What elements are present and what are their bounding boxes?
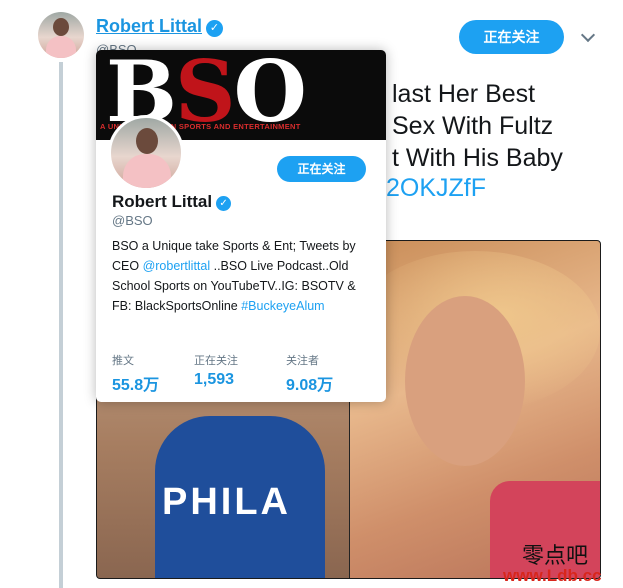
tweet-link[interactable]: 2OKJZfF [386, 174, 486, 203]
stat-following[interactable]: 正在关注 1,593 [194, 352, 238, 389]
card-name-text[interactable]: Robert Littal [112, 192, 212, 211]
face-shape [405, 296, 525, 466]
avatar-head [53, 18, 69, 36]
author-name[interactable]: Robert Littal ✓ [96, 16, 223, 37]
stat-tweets-value: 55.8万 [112, 377, 160, 394]
author-avatar[interactable] [38, 12, 84, 58]
jersey-text: PHILA [162, 481, 291, 523]
thread-line [59, 62, 63, 588]
card-avatar[interactable] [108, 115, 184, 191]
bio-hashtag-link[interactable]: #BuckeyeAlum [241, 299, 324, 313]
verified-icon: ✓ [206, 20, 223, 37]
profile-hover-card: BSO A UNIQUE TAKE ON SPORTS AND ENTERTAI… [96, 50, 386, 402]
stat-followers[interactable]: 关注者 9.08万 [286, 352, 333, 395]
stat-following-value: 1,593 [194, 371, 235, 388]
watermark-url: www.Ldb.cc [503, 566, 602, 585]
stat-followers-label: 关注者 [286, 355, 319, 367]
stat-tweets[interactable]: 推文 55.8万 [112, 352, 159, 395]
bio-mention-link[interactable]: @robertlittal [143, 259, 211, 273]
card-bio: BSO a Unique take Sports & Ent; Tweets b… [112, 236, 372, 316]
stat-following-label: 正在关注 [194, 355, 238, 367]
stat-followers-value: 9.08万 [286, 377, 334, 394]
media-image-right[interactable] [350, 241, 600, 578]
card-handle: @BSO [112, 213, 153, 228]
avatar-shirt [46, 36, 76, 58]
chevron-down-icon[interactable] [580, 27, 596, 43]
stat-tweets-label: 推文 [112, 355, 134, 367]
card-following-button[interactable]: 正在关注 [277, 156, 366, 182]
author-name-text[interactable]: Robert Littal [96, 16, 202, 36]
tweet-text: last Her Best Sex With Fultz t With His … [392, 80, 563, 172]
card-avatar-head [136, 128, 158, 154]
card-name[interactable]: Robert Littal ✓ [112, 192, 232, 212]
card-avatar-shirt [123, 154, 171, 188]
card-verified-icon: ✓ [216, 196, 232, 211]
following-button[interactable]: 正在关注 [459, 20, 564, 54]
